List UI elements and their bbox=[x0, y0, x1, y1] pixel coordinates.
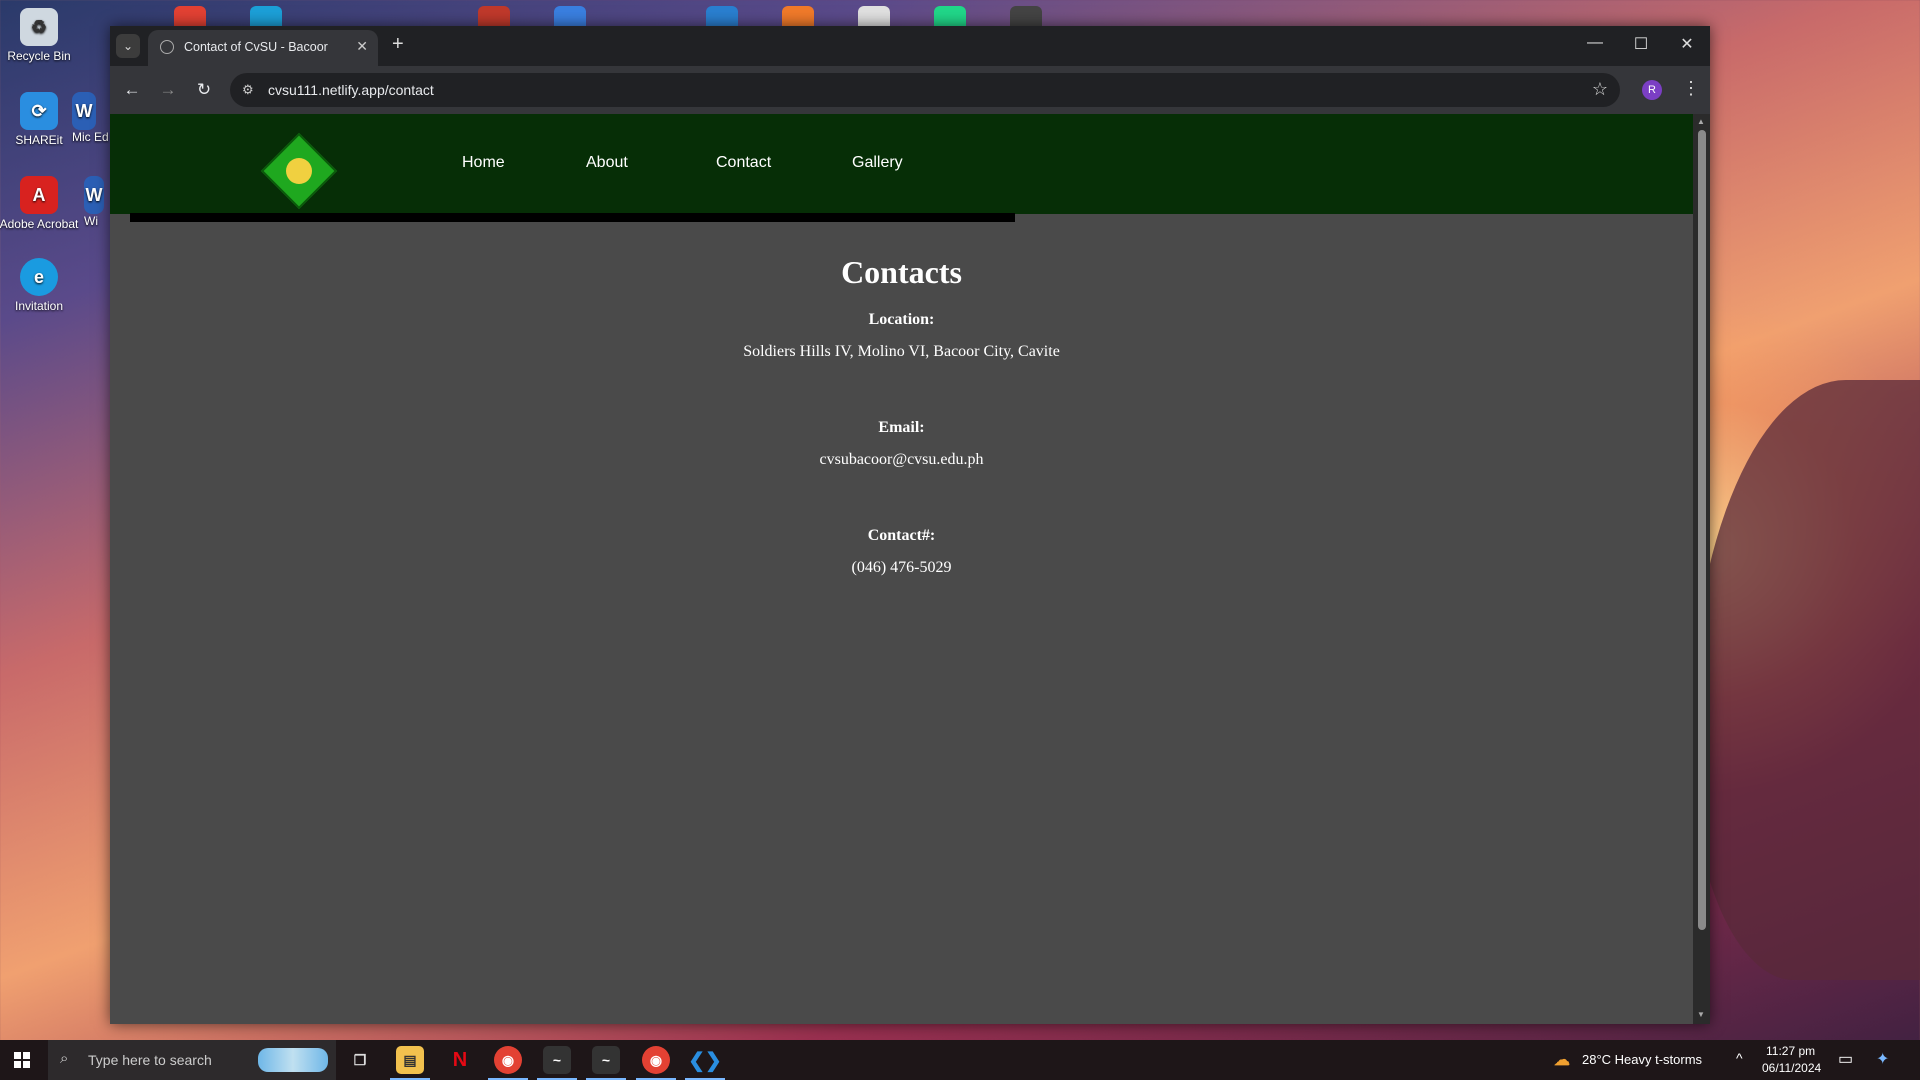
url-text: cvsu111.netlify.app/contact bbox=[268, 82, 434, 98]
page-scrollbar[interactable]: ▲ ▼ bbox=[1693, 114, 1710, 1024]
tab-title: Contact of CvSU - Bacoor bbox=[184, 40, 328, 54]
weather-icon[interactable]: ☁ bbox=[1548, 1046, 1576, 1074]
app-icon[interactable]: ~ bbox=[543, 1046, 571, 1074]
page-title: Contacts bbox=[841, 254, 962, 290]
globe-icon bbox=[160, 40, 174, 54]
contacts-content: Contacts Location: Soldiers Hills IV, Mo… bbox=[110, 214, 1693, 635]
browser-window: ⌄ Contact of CvSU - Bacoor ✕ + — ☐ ✕ ← →… bbox=[110, 26, 1710, 1024]
nav-about[interactable]: About bbox=[586, 154, 628, 172]
taskbar: ⌕ Type here to search ❐ ▤ N ◉ ~ ~ ◉ ❮❯ ☁… bbox=[0, 1040, 1920, 1080]
pycharm-shortcut-icon bbox=[934, 6, 966, 26]
clock-date[interactable]: 06/11/2024 bbox=[1762, 1061, 1821, 1075]
nav-contact[interactable]: Contact bbox=[716, 154, 771, 172]
nav-home[interactable]: Home bbox=[462, 154, 505, 172]
desktop-icon-label: Invitation bbox=[14, 299, 64, 313]
netflix-icon[interactable]: N bbox=[446, 1046, 474, 1074]
chrome-profile-icon[interactable]: ◉ bbox=[642, 1046, 670, 1074]
windows-start-icon[interactable] bbox=[14, 1052, 30, 1068]
app-shortcut-icon bbox=[478, 6, 510, 26]
tray-overflow-icon[interactable]: ^ bbox=[1736, 1050, 1743, 1066]
desktop-icon-mic-ed[interactable]: W Mic Ed bbox=[72, 92, 112, 144]
copilot-icon[interactable]: ✦ bbox=[1876, 1049, 1889, 1069]
app-shortcut-icon bbox=[1010, 6, 1042, 26]
search-icon: ⌕ bbox=[60, 1050, 69, 1067]
search-placeholder: Type here to search bbox=[88, 1052, 212, 1068]
forward-button[interactable]: → bbox=[156, 78, 180, 102]
file-explorer-icon[interactable]: ▤ bbox=[396, 1046, 424, 1074]
cvsu-logo[interactable] bbox=[260, 132, 338, 210]
desktop-icon-adobe-acrobat[interactable]: A Adobe Acrobat bbox=[0, 176, 84, 231]
email-label: Email: bbox=[878, 419, 925, 436]
location-value: Soldiers Hills IV, Molino VI, Bacoor Cit… bbox=[743, 343, 1060, 360]
scroll-up-icon[interactable]: ▲ bbox=[1697, 117, 1705, 126]
vscode-icon[interactable]: ❮❯ bbox=[688, 1046, 722, 1074]
email-value: cvsubacoor@cvsu.edu.ph bbox=[819, 451, 984, 468]
phone-value: (046) 476-5029 bbox=[851, 559, 952, 576]
clock-time[interactable]: 11:27 pm bbox=[1766, 1044, 1815, 1058]
nav-gallery[interactable]: Gallery bbox=[852, 154, 903, 172]
back-button[interactable]: ← bbox=[120, 78, 144, 102]
search-highlight-image bbox=[258, 1048, 328, 1072]
site-navbar: Home About Contact Gallery bbox=[130, 114, 1015, 222]
location-label: Location: bbox=[868, 311, 935, 328]
logo-emblem bbox=[286, 158, 312, 184]
tab-bar: ⌄ Contact of CvSU - Bacoor ✕ + — ☐ ✕ bbox=[110, 26, 1710, 66]
new-tab-button[interactable]: + bbox=[392, 33, 404, 56]
close-window-button[interactable]: ✕ bbox=[1664, 34, 1710, 54]
vscode-shortcut-icon bbox=[706, 6, 738, 26]
recycle-bin-icon: ♻ bbox=[20, 8, 58, 46]
desktop-icon-label: Mic Ed bbox=[72, 130, 109, 144]
desktop-icon-recycle-bin[interactable]: ♻ Recycle Bin bbox=[0, 8, 84, 63]
profile-avatar[interactable]: R bbox=[1642, 80, 1662, 100]
email-section: Email: cvsubacoor@cvsu.edu.ph bbox=[110, 419, 1693, 469]
site-info-icon[interactable]: ⚙ bbox=[242, 82, 258, 98]
reload-button[interactable]: ↻ bbox=[192, 78, 216, 102]
task-view-icon[interactable]: ❐ bbox=[346, 1046, 374, 1074]
close-tab-icon[interactable]: ✕ bbox=[356, 38, 368, 55]
edge-icon: e bbox=[20, 258, 58, 296]
page-viewport: Home About Contact Gallery Contacts Loca… bbox=[110, 114, 1710, 1024]
browser-toolbar: ← → ↻ ⚙ cvsu111.netlify.app/contact ☆ R … bbox=[110, 66, 1710, 114]
phone-section: Contact#: (046) 476-5029 bbox=[110, 527, 1693, 577]
xampp-shortcut-icon bbox=[782, 6, 814, 26]
app-shortcut-icon bbox=[858, 6, 890, 26]
notification-icon[interactable]: ▭ bbox=[1838, 1049, 1853, 1069]
app-icon[interactable]: ~ bbox=[592, 1046, 620, 1074]
scrollbar-thumb[interactable] bbox=[1698, 130, 1706, 930]
tab-active[interactable]: Contact of CvSU - Bacoor ✕ bbox=[148, 30, 378, 66]
shareit-icon: ⟳ bbox=[20, 92, 58, 130]
desktop-icon-label: Adobe Acrobat bbox=[0, 217, 79, 231]
weather-text[interactable]: 28°C Heavy t-storms bbox=[1582, 1052, 1702, 1067]
browser-menu-icon[interactable]: ⋮ bbox=[1682, 78, 1700, 99]
acrobat-icon: A bbox=[20, 176, 58, 214]
chrome-icon[interactable]: ◉ bbox=[494, 1046, 522, 1074]
scroll-down-icon[interactable]: ▼ bbox=[1697, 1010, 1705, 1019]
minimize-button[interactable]: — bbox=[1572, 34, 1618, 52]
desktop-icon-label: Recycle Bin bbox=[7, 49, 71, 63]
chrome-shortcut-icon bbox=[174, 6, 206, 26]
tab-search-button[interactable]: ⌄ bbox=[116, 34, 140, 58]
app-icon: W bbox=[84, 176, 104, 214]
location-section: Location: Soldiers Hills IV, Molino VI, … bbox=[110, 311, 1693, 361]
address-bar[interactable]: ⚙ cvsu111.netlify.app/contact ☆ bbox=[230, 73, 1620, 107]
bookmark-star-icon[interactable]: ☆ bbox=[1592, 79, 1608, 100]
maximize-button[interactable]: ☐ bbox=[1618, 34, 1664, 54]
phone-label: Contact#: bbox=[867, 527, 936, 544]
edge-shortcut-icon bbox=[250, 6, 282, 26]
taskbar-search[interactable]: ⌕ Type here to search bbox=[48, 1040, 336, 1080]
app-icon: W bbox=[72, 92, 96, 130]
app-shortcut-icon bbox=[554, 6, 586, 26]
desktop-icon-invitation[interactable]: e Invitation bbox=[0, 258, 84, 313]
